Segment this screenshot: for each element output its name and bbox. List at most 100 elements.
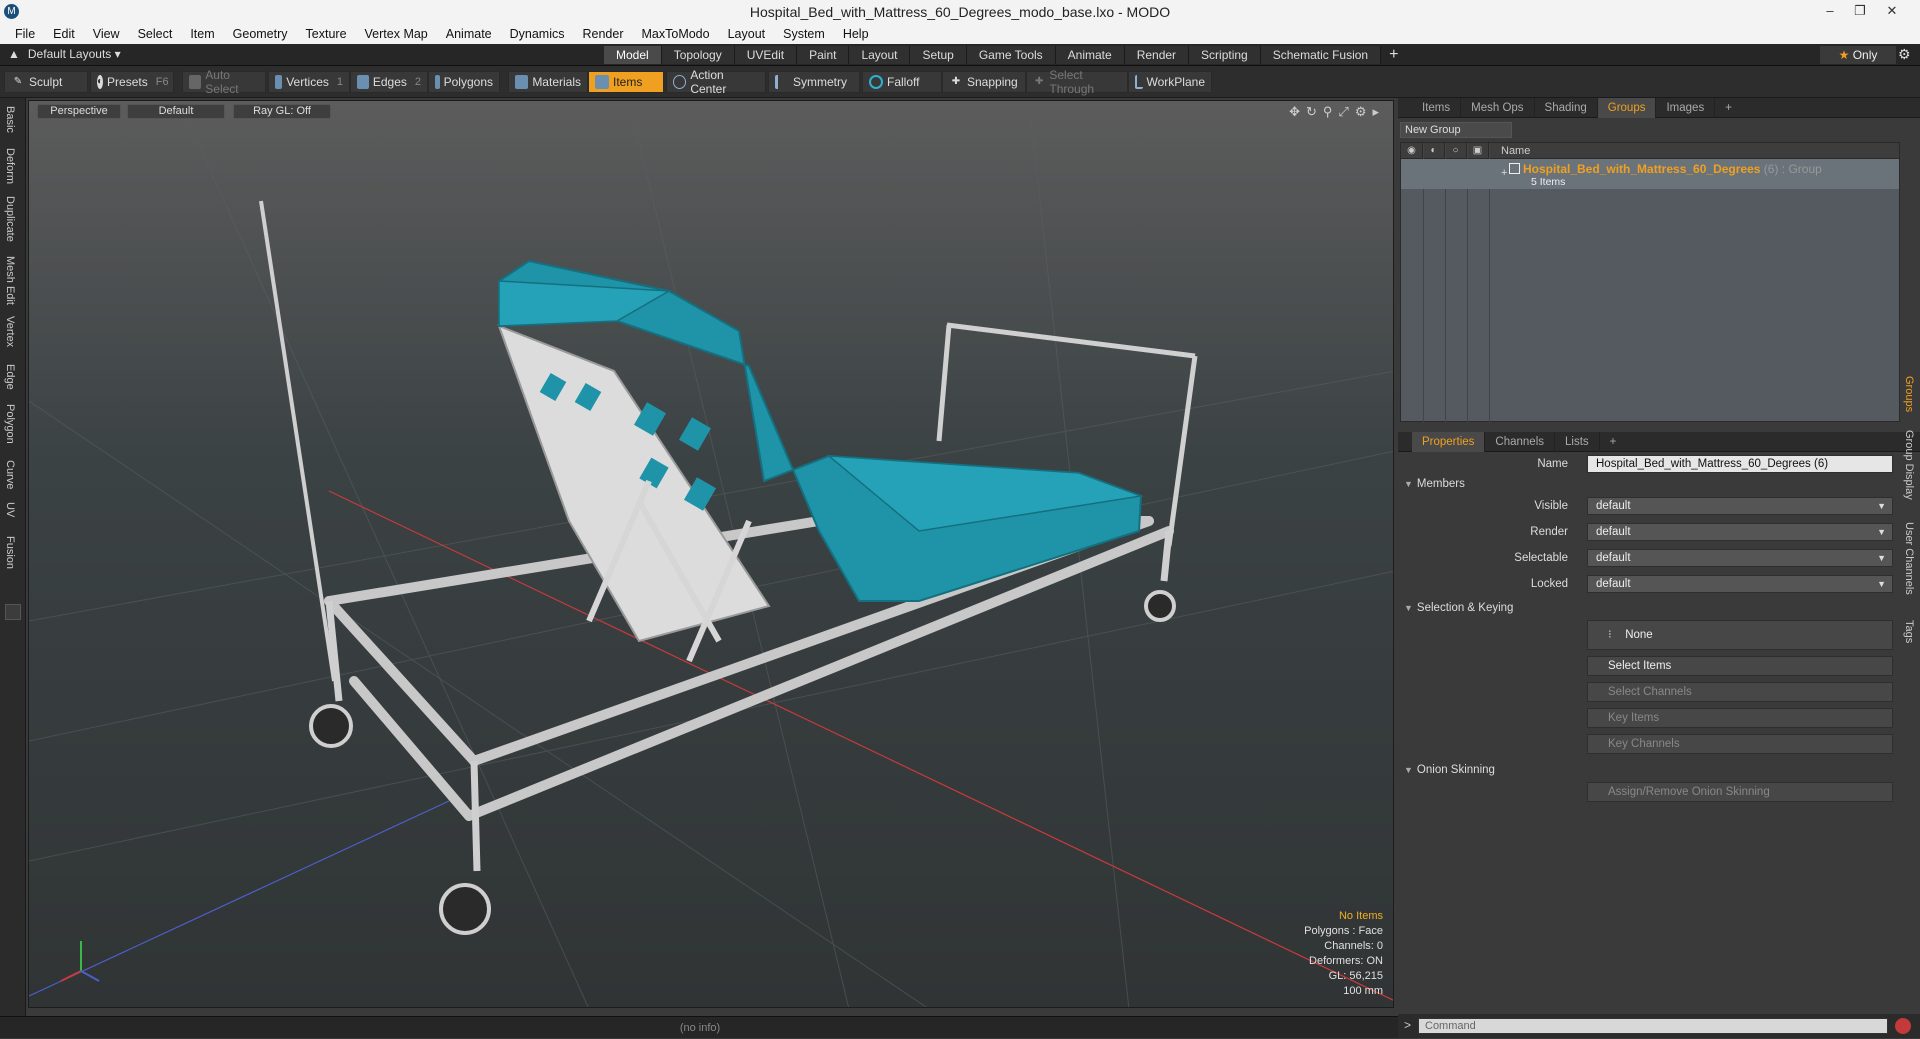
view-dropdown[interactable]: Perspective xyxy=(37,104,121,119)
render-icon[interactable]: ◐ xyxy=(1423,142,1445,159)
command-input[interactable]: Command xyxy=(1418,1018,1888,1034)
select-items-button[interactable]: Select Items xyxy=(1587,656,1893,676)
tab-shading[interactable]: Shading xyxy=(1535,97,1598,118)
group-row[interactable]: + Hospital_Bed_with_Mattress_60_Degrees … xyxy=(1401,159,1899,189)
tab-vertex[interactable]: Vertex xyxy=(4,316,16,347)
menu-render[interactable]: Render xyxy=(574,27,633,41)
tab-basic[interactable]: Basic xyxy=(4,106,16,133)
viewport-gear-icon[interactable]: ⚙ xyxy=(1355,104,1367,120)
tab-groups[interactable]: Groups xyxy=(1597,97,1657,118)
tab-mesh-ops[interactable]: Mesh Ops xyxy=(1461,97,1535,118)
tab-layout[interactable]: Layout xyxy=(849,46,911,64)
items-button[interactable]: Items xyxy=(588,71,664,93)
side-tab-group-display[interactable]: Group Display xyxy=(1903,430,1915,500)
selectable-icon[interactable]: ○ xyxy=(1445,142,1467,159)
tab-items[interactable]: Items xyxy=(1412,97,1462,118)
menu-file[interactable]: File xyxy=(6,27,44,41)
selection-keying-section[interactable]: ▼ Selection & Keying xyxy=(1404,602,1513,614)
gear-icon[interactable]: ⚙ xyxy=(1898,46,1911,63)
stop-icon[interactable] xyxy=(1895,1018,1911,1034)
auto-select-button[interactable]: Auto Select xyxy=(182,68,266,96)
add-panel-tab-icon[interactable]: + xyxy=(1715,98,1742,118)
menu-texture[interactable]: Texture xyxy=(297,27,356,41)
tab-curve[interactable]: Curve xyxy=(4,460,16,489)
close-icon[interactable]: ✕ xyxy=(1878,2,1906,20)
tab-game-tools[interactable]: Game Tools xyxy=(966,46,1056,64)
visibility-eye-icon[interactable]: ◉ xyxy=(1401,142,1423,159)
tab-channels[interactable]: Channels xyxy=(1485,431,1556,452)
menu-layout[interactable]: Layout xyxy=(719,27,775,41)
restore-icon[interactable]: ❐ xyxy=(1846,2,1874,20)
new-group-button[interactable]: New Group xyxy=(1400,122,1512,138)
layout-pin-icon[interactable]: ▲ xyxy=(8,47,20,61)
menu-vertex-map[interactable]: Vertex Map xyxy=(356,27,437,41)
menu-system[interactable]: System xyxy=(774,27,834,41)
expand-icon[interactable]: + xyxy=(1501,167,1507,179)
side-tab-user-channels[interactable]: User Channels xyxy=(1903,522,1915,595)
menu-edit[interactable]: Edit xyxy=(44,27,84,41)
tab-lists[interactable]: Lists xyxy=(1555,431,1600,452)
tab-properties[interactable]: Properties xyxy=(1412,431,1486,452)
tab-images[interactable]: Images xyxy=(1656,97,1716,118)
symmetry-button[interactable]: Symmetry xyxy=(768,71,860,93)
locked-dropdown[interactable]: default ▼ xyxy=(1587,575,1893,593)
raygl-dropdown[interactable]: Ray GL: Off xyxy=(233,104,331,119)
rotate-icon[interactable]: ↻ xyxy=(1306,104,1317,120)
menu-dynamics[interactable]: Dynamics xyxy=(501,27,574,41)
collapse-toggle[interactable] xyxy=(5,604,21,620)
tab-polygon[interactable]: Polygon xyxy=(4,404,16,444)
menu-geometry[interactable]: Geometry xyxy=(224,27,297,41)
materials-button[interactable]: Materials xyxy=(508,71,588,93)
tab-setup[interactable]: Setup xyxy=(910,46,967,64)
menu-view[interactable]: View xyxy=(84,27,129,41)
minimize-icon[interactable]: – xyxy=(1816,2,1844,20)
select-channels-button[interactable]: Select Channels xyxy=(1587,682,1893,702)
sculpt-button[interactable]: ✎ Sculpt xyxy=(4,71,88,93)
side-tab-tags[interactable]: Tags xyxy=(1903,620,1915,643)
add-tab-icon[interactable]: + xyxy=(1389,46,1398,64)
polygons-button[interactable]: Polygons xyxy=(428,71,500,93)
lock-icon[interactable]: ▣ xyxy=(1467,142,1489,159)
name-field[interactable]: Hospital_Bed_with_Mattress_60_Degrees (6… xyxy=(1587,455,1893,473)
workplane-button[interactable]: WorkPlane xyxy=(1128,71,1212,93)
falloff-button[interactable]: Falloff xyxy=(862,71,942,93)
menu-help[interactable]: Help xyxy=(834,27,878,41)
tab-duplicate[interactable]: Duplicate xyxy=(4,196,16,242)
tab-edge[interactable]: Edge xyxy=(4,364,16,390)
default-layouts-dropdown[interactable]: Default Layouts ▾ xyxy=(28,47,121,61)
viewport-menu-icon[interactable]: ▸ xyxy=(1372,104,1379,120)
zoom-icon[interactable]: ⚲ xyxy=(1323,104,1333,120)
tab-fusion[interactable]: Fusion xyxy=(4,536,16,569)
select-through-button[interactable]: ✚ Select Through xyxy=(1026,68,1128,96)
render-dropdown[interactable]: default ▼ xyxy=(1587,523,1893,541)
tab-uvedit[interactable]: UVEdit xyxy=(734,46,798,64)
fit-icon[interactable]: ⤢ xyxy=(1338,104,1348,120)
vertices-button[interactable]: Vertices 1 xyxy=(268,71,350,93)
onion-skinning-section[interactable]: ▼ Onion Skinning xyxy=(1404,764,1495,776)
only-toggle[interactable]: ★ Only xyxy=(1820,46,1896,64)
shading-dropdown[interactable]: Default xyxy=(127,104,225,119)
action-center-button[interactable]: Action Center xyxy=(666,68,766,96)
menu-select[interactable]: Select xyxy=(129,27,182,41)
key-items-button[interactable]: Key Items xyxy=(1587,708,1893,728)
visible-dropdown[interactable]: default ▼ xyxy=(1587,497,1893,515)
add-properties-tab-icon[interactable]: + xyxy=(1600,432,1627,452)
members-section[interactable]: ▼ Members xyxy=(1404,478,1465,490)
key-channels-button[interactable]: Key Channels xyxy=(1587,734,1893,754)
tab-animate[interactable]: Animate xyxy=(1055,46,1125,64)
edges-button[interactable]: Edges 2 xyxy=(350,71,428,93)
tab-paint[interactable]: Paint xyxy=(797,46,850,64)
tab-model[interactable]: Model xyxy=(604,46,662,64)
presets-button[interactable]: ◐ Presets F6 xyxy=(90,71,174,93)
tab-mesh-edit[interactable]: Mesh Edit xyxy=(4,256,16,305)
tab-schematic-fusion[interactable]: Schematic Fusion xyxy=(1260,46,1382,64)
tab-deform[interactable]: Deform xyxy=(4,148,16,184)
3d-viewport[interactable]: Perspective Default Ray GL: Off ✥ ↻ ⚲ ⤢ … xyxy=(28,100,1394,1008)
menu-maxtomodo[interactable]: MaxToModo xyxy=(633,27,719,41)
selectable-dropdown[interactable]: default ▼ xyxy=(1587,549,1893,567)
menu-animate[interactable]: Animate xyxy=(437,27,501,41)
side-tab-groups[interactable]: Groups xyxy=(1903,376,1915,412)
pan-icon[interactable]: ✥ xyxy=(1289,104,1300,120)
menu-item[interactable]: Item xyxy=(181,27,223,41)
none-selector[interactable]: ⁝ None xyxy=(1587,620,1893,650)
